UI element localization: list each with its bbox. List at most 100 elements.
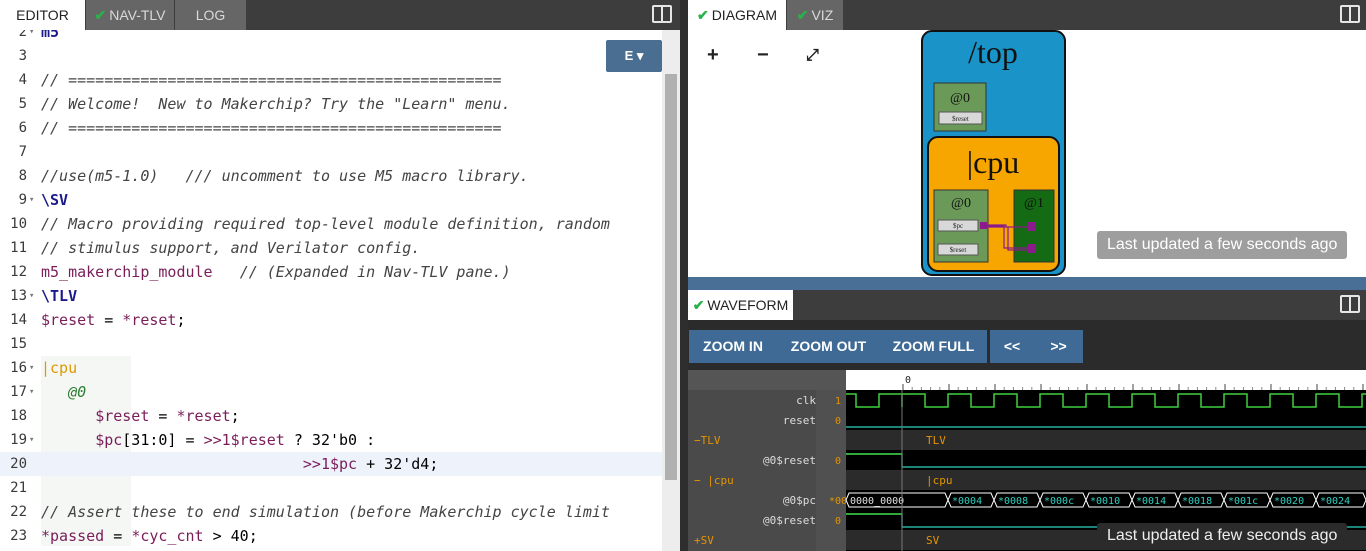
code-line[interactable]: 21	[0, 476, 662, 500]
tab-nav-tlv-label: NAV-TLV	[109, 7, 166, 23]
code-line[interactable]: 12 m5_makerchip_module // (Expanded in Na…	[0, 260, 662, 284]
diagram-tabbar: ✔ DIAGRAM ✔ VIZ	[688, 0, 1366, 30]
check-icon: ✔	[696, 7, 709, 23]
bus-value: 0000_0000	[850, 496, 904, 507]
code-line[interactable]: 4 // ====================================…	[0, 68, 662, 92]
tab-log[interactable]: LOG	[175, 0, 247, 30]
code-line[interactable]: 11 // stimulus support, and Verilator con…	[0, 236, 662, 260]
fit-view-icon[interactable]: ⤢	[806, 47, 819, 65]
bus-value: *0008	[998, 496, 1028, 507]
editor-scrollbar[interactable]	[662, 30, 680, 551]
fold-toggle-icon[interactable]: ▾	[29, 428, 34, 452]
line-number: 11	[10, 240, 27, 256]
tab-editor[interactable]: EDITOR	[0, 0, 86, 30]
scrollbar-thumb[interactable]	[665, 74, 677, 480]
code-line[interactable]: 6 // ====================================…	[0, 116, 662, 140]
check-icon: ✔	[796, 7, 809, 23]
scroll-left-button[interactable]: <<	[990, 330, 1034, 363]
code-line[interactable]: 20 >>1$pc + 32'd4;	[0, 452, 662, 476]
line-number: 20	[10, 456, 27, 472]
fold-toggle-icon[interactable]: ▾	[29, 356, 34, 380]
tab-waveform[interactable]: ✔ WAVEFORM	[688, 290, 794, 320]
cpu-stage0-label: @0	[951, 196, 971, 211]
signal-name: clk	[796, 394, 816, 407]
code-text: $reset = *reset;	[95, 407, 240, 425]
code-line[interactable]: 9 ▾ \SV	[0, 188, 662, 212]
zoom-in-button[interactable]: ZOOM IN	[689, 330, 777, 363]
code-line[interactable]: 5 // Welcome! New to Makerchip? Try the "…	[0, 92, 662, 116]
code-line[interactable]: 23 *passed = *cyc_cnt > 40;	[0, 524, 662, 548]
line-number: 5	[18, 96, 27, 112]
cpu-label: |cpu	[967, 144, 1020, 180]
editor-dropdown-button[interactable]: E ▾	[606, 40, 662, 72]
code-line[interactable]: 14 $reset = *reset;	[0, 308, 662, 332]
vertical-splitter[interactable]	[680, 0, 688, 551]
tab-nav-tlv[interactable]: ✔ NAV-TLV	[86, 0, 175, 30]
fold-toggle-icon[interactable]: ▾	[29, 284, 34, 308]
waveform-tabbar: ✔ WAVEFORM	[688, 290, 1366, 320]
bus-value: *0020	[1274, 496, 1304, 507]
code-line[interactable]: 3	[0, 44, 662, 68]
bus-value: *001c	[1228, 496, 1258, 507]
reset-signal-label: $reset	[952, 115, 969, 123]
maximize-waveform-icon[interactable]	[1340, 295, 1360, 313]
code-line[interactable]: 15	[0, 332, 662, 356]
zoom-out-icon[interactable]: −	[757, 44, 769, 67]
scope-row	[846, 430, 1366, 450]
code-line[interactable]: 7	[0, 140, 662, 164]
code-line[interactable]: 13 ▾ \TLV	[0, 284, 662, 308]
code-line[interactable]: 22 // Assert these to end simulation (bef…	[0, 500, 662, 524]
signal-name: −TLV	[694, 434, 721, 447]
scroll-right-button[interactable]: >>	[1034, 330, 1083, 363]
line-number: 10	[10, 216, 27, 232]
zoom-full-button[interactable]: ZOOM FULL	[880, 330, 987, 363]
time-ruler	[846, 370, 1366, 390]
code-text: m5_makerchip_module // (Expanded in Nav-…	[41, 263, 511, 281]
code-text: \SV	[41, 191, 69, 209]
code-text: *passed = *cyc_cnt > 40;	[41, 527, 258, 545]
bus-value: *000c	[1044, 496, 1074, 507]
scope-row	[846, 470, 1366, 490]
tab-diagram[interactable]: ✔ DIAGRAM	[688, 0, 787, 30]
code-editor[interactable]: 2 ▾ m5 3 4// ===============================…	[0, 30, 680, 551]
signal-name: @0$reset	[763, 514, 816, 527]
line-number: 13	[10, 288, 27, 304]
code-line[interactable]: 16 ▾ |cpu	[0, 356, 662, 380]
fold-toggle-icon[interactable]: ▾	[29, 188, 34, 212]
code-line[interactable]: 2 ▾ m5	[0, 30, 662, 44]
fold-toggle-icon[interactable]: ▾	[29, 30, 34, 44]
signal-value: 0	[835, 456, 841, 467]
check-icon: ✔	[94, 7, 107, 23]
line-number: 2	[18, 30, 27, 40]
code-line[interactable]: 17 ▾ @0	[0, 380, 662, 404]
code-line[interactable]: 8 //use(m5-1.0) /// uncomment to use M5 m…	[0, 164, 662, 188]
code-text: >>1$pc + 32'd4;	[302, 455, 439, 473]
code-text: // Assert these to end simulation (befor…	[41, 503, 610, 521]
tab-viz[interactable]: ✔ VIZ	[787, 0, 844, 30]
code-text: //use(m5-1.0) /// uncomment to use M5 ma…	[41, 167, 529, 185]
tab-viz-label: VIZ	[811, 7, 834, 23]
code-line[interactable]: 19 ▾ $pc[31:0] = >>1$reset ? 32'b0 :	[0, 428, 662, 452]
zoom-in-icon[interactable]: +	[707, 44, 719, 67]
zoom-out-button[interactable]: ZOOM OUT	[777, 330, 880, 363]
pc-signal-label: $pc	[953, 222, 963, 230]
bus-value: *0004	[952, 496, 982, 507]
line-number: 7	[18, 144, 27, 160]
fold-toggle-icon[interactable]: ▾	[29, 380, 34, 404]
time-zero-label: 0	[905, 375, 911, 386]
scope-label: TLV	[926, 434, 946, 447]
code-lines: 2 ▾ m5 3 4// ===============================…	[0, 30, 662, 548]
signal-name: reset	[783, 414, 816, 427]
line-number: 4	[18, 72, 27, 88]
signal-value: *00	[829, 496, 847, 507]
signal-name: @0$reset	[763, 454, 816, 467]
maximize-editor-icon[interactable]	[652, 5, 672, 23]
maximize-diagram-icon[interactable]	[1340, 5, 1360, 23]
code-line[interactable]: 18 $reset = *reset;	[0, 404, 662, 428]
code-line[interactable]: 10 // Macro providing required top-level …	[0, 212, 662, 236]
horizontal-splitter[interactable]	[688, 277, 1366, 290]
cpu-reset-signal-label: $reset	[950, 246, 967, 254]
signal-name: +SV	[694, 534, 714, 547]
tab-waveform-label: WAVEFORM	[707, 297, 789, 313]
signal-value: 0	[835, 516, 841, 527]
